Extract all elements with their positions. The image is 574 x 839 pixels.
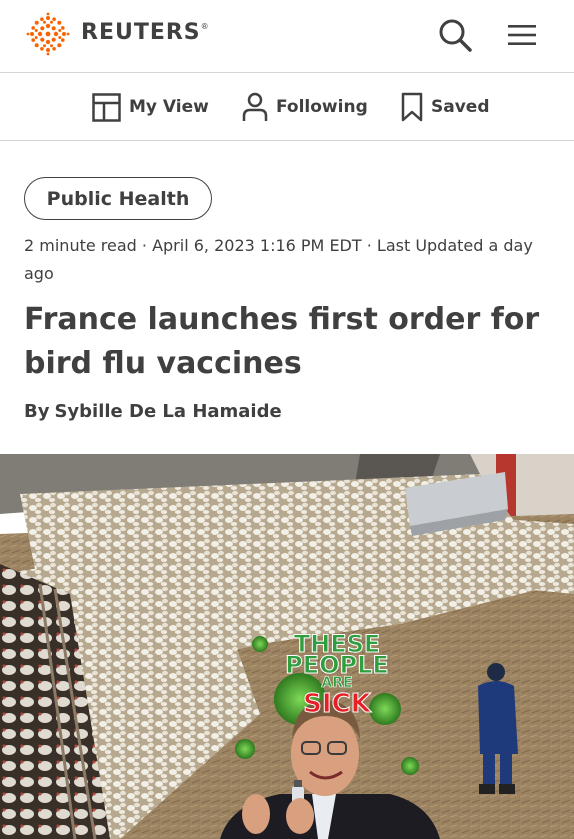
article-meta: 2 minute read · April 6, 2023 1:16 PM ED… xyxy=(24,236,533,283)
person-icon xyxy=(242,92,268,121)
reuters-logo-icon[interactable] xyxy=(24,12,72,56)
top-header: REUTERS® xyxy=(0,0,574,73)
nav-item-my-view[interactable]: My View xyxy=(92,91,209,123)
brand-name[interactable]: REUTERS® xyxy=(81,20,210,45)
bookmark-icon xyxy=(401,92,423,122)
article-title: France launches first order for bird flu… xyxy=(24,302,540,381)
hamburger-menu-icon[interactable] xyxy=(504,18,540,52)
nav-item-label: Following xyxy=(276,97,368,117)
brand-text: REUTERS xyxy=(81,20,201,45)
overlay-line-sick: SICK xyxy=(303,689,371,719)
trademark-symbol: ® xyxy=(200,22,210,31)
nav-item-following[interactable]: Following xyxy=(242,91,368,123)
duck-farm-image: THESE PEOPLE ARE SICK xyxy=(0,454,574,839)
nav-item-label: My View xyxy=(129,97,209,117)
nav-item-saved[interactable]: Saved xyxy=(401,91,490,123)
secondary-nav: My View Following Saved xyxy=(0,73,574,141)
article-photo[interactable]: THESE PEOPLE ARE SICK xyxy=(0,454,574,839)
byline-prefix: By xyxy=(24,401,50,422)
category-tag[interactable]: Public Health xyxy=(24,177,212,220)
layout-icon xyxy=(92,92,121,122)
search-icon[interactable] xyxy=(436,16,474,54)
byline: By Sybille De La Hamaide xyxy=(24,401,282,422)
author-link[interactable]: Sybille De La Hamaide xyxy=(54,401,281,422)
nav-item-label: Saved xyxy=(431,97,490,117)
